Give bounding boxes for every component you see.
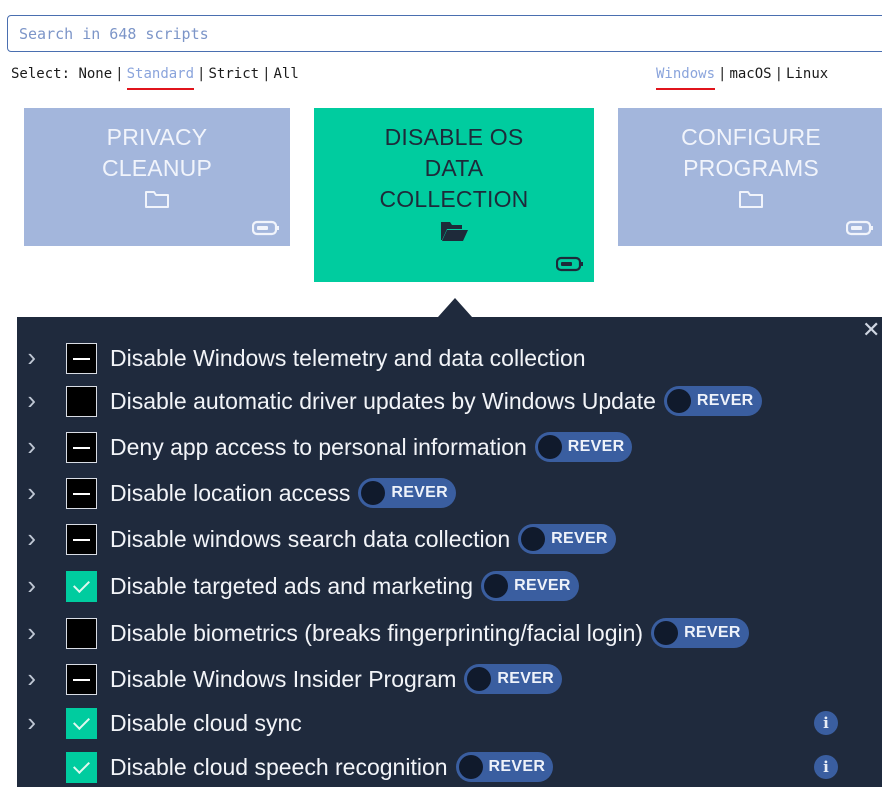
- card-title: DISABLE OS DATA COLLECTION: [379, 124, 529, 212]
- revert-toggle[interactable]: REVER: [358, 478, 456, 508]
- info-icon[interactable]: i: [814, 711, 838, 735]
- chevron-right-icon[interactable]: ›: [17, 709, 45, 735]
- revert-toggle[interactable]: REVER: [481, 571, 579, 601]
- chevron-right-icon[interactable]: ›: [17, 572, 45, 598]
- revert-label: REVER: [567, 438, 625, 455]
- script-row[interactable]: › Disable Windows telemetry and data coll…: [17, 341, 586, 375]
- script-label: Disable Windows Insider Program: [110, 665, 457, 692]
- script-row[interactable]: › Deny app access to personal information…: [17, 430, 633, 464]
- select-none[interactable]: None: [78, 66, 112, 82]
- toggle-knob: [521, 527, 546, 551]
- script-label: Disable targeted ads and marketing: [110, 572, 474, 599]
- revert-toggle[interactable]: REVER: [464, 664, 563, 694]
- card-title: CONFIGURE PROGRAMS: [681, 124, 821, 181]
- revert-toggle[interactable]: REVER: [534, 432, 633, 462]
- script-checkbox[interactable]: [66, 663, 97, 695]
- select-filter: Select: None | Standard | Strict | All: [11, 66, 299, 82]
- revert-label: REVER: [684, 624, 741, 641]
- toggle-knob: [361, 481, 386, 505]
- script-row[interactable]: › Disable windows search data collection R…: [17, 522, 616, 556]
- chevron-right-icon[interactable]: ›: [17, 525, 45, 551]
- panel-pointer: [438, 298, 472, 317]
- revert-label: REVER: [696, 392, 754, 409]
- script-checkbox[interactable]: [66, 342, 97, 374]
- script-label: Disable Windows telemetry and data colle…: [110, 344, 586, 371]
- revert-label: REVER: [551, 530, 608, 547]
- select-strict[interactable]: Strict: [208, 66, 259, 82]
- script-label: Disable biometrics (breaks fingerprintin…: [110, 619, 644, 646]
- script-row[interactable]: › Disable automatic driver updates by Win…: [17, 384, 762, 418]
- folder-open-icon: [441, 222, 468, 241]
- card-privacy-cleanup[interactable]: PRIVACY CLEANUP: [24, 108, 290, 246]
- script-checkbox[interactable]: [66, 523, 97, 555]
- chevron-right-icon[interactable]: ›: [17, 619, 45, 645]
- folder-icon: [739, 191, 763, 208]
- script-label: Disable windows search data collection: [110, 525, 511, 552]
- script-checkbox[interactable]: [66, 477, 97, 509]
- script-label: Disable automatic driver updates by Wind…: [110, 387, 656, 414]
- os-linux[interactable]: Linux: [786, 66, 828, 82]
- chevron-right-icon[interactable]: ›: [17, 387, 45, 413]
- script-checkbox[interactable]: [66, 570, 97, 602]
- battery-icon: [846, 220, 873, 236]
- close-icon[interactable]: ✕: [862, 319, 882, 341]
- script-checkbox[interactable]: [66, 617, 97, 649]
- script-label: Disable cloud speech recognition: [110, 753, 448, 780]
- toggle-knob: [537, 435, 562, 459]
- script-row[interactable]: › Disable biometrics (breaks fingerprinti…: [17, 616, 749, 650]
- battery-icon: [252, 220, 279, 236]
- os-macos[interactable]: macOS: [729, 66, 771, 82]
- script-checkbox[interactable]: [66, 751, 97, 783]
- search-input[interactable]: [7, 15, 882, 52]
- script-row[interactable]: › Disable cloud sync: [17, 706, 302, 740]
- toggle-knob: [484, 574, 509, 598]
- chevron-right-icon[interactable]: ›: [17, 344, 45, 370]
- card-title: PRIVACY CLEANUP: [101, 124, 213, 181]
- revert-label: REVER: [514, 577, 571, 594]
- os-selector: Windows | macOS | Linux: [656, 66, 829, 82]
- script-checkbox[interactable]: [66, 707, 97, 739]
- card-configure-programs[interactable]: CONFIGURE PROGRAMS: [618, 108, 882, 246]
- script-row[interactable]: › Disable location access REVER: [17, 476, 456, 510]
- script-label: Disable cloud sync: [110, 709, 302, 736]
- revert-label: REVER: [391, 484, 448, 501]
- toggle-knob: [458, 755, 483, 779]
- toggle-knob: [467, 667, 492, 691]
- revert-toggle[interactable]: REVER: [518, 524, 616, 554]
- script-row[interactable]: › Disable Windows Insider Program REVER: [17, 662, 563, 696]
- revert-toggle[interactable]: REVER: [455, 752, 554, 782]
- select-label: Select:: [11, 66, 71, 82]
- os-windows[interactable]: Windows: [656, 66, 715, 82]
- chevron-right-icon[interactable]: ›: [17, 479, 45, 505]
- select-all[interactable]: All: [274, 66, 299, 82]
- chevron-right-icon[interactable]: ›: [17, 433, 45, 459]
- battery-icon: [556, 256, 583, 272]
- script-checkbox[interactable]: [66, 385, 97, 417]
- script-row[interactable]: ›Disable cloud speech recognitionREVER: [17, 750, 554, 784]
- folder-icon: [145, 191, 169, 208]
- script-row[interactable]: › Disable targeted ads and marketing REVER: [17, 569, 579, 603]
- script-label: Deny app access to personal information: [110, 433, 527, 460]
- card-disable-os-data-collection[interactable]: DISABLE OS DATA COLLECTION: [314, 108, 594, 282]
- select-standard[interactable]: Standard: [127, 66, 194, 82]
- toggle-knob: [666, 389, 691, 413]
- revert-label: REVER: [488, 758, 546, 775]
- revert-toggle[interactable]: REVER: [663, 386, 762, 416]
- toggle-knob: [654, 621, 679, 645]
- chevron-right-icon[interactable]: ›: [17, 665, 45, 691]
- info-icon[interactable]: i: [814, 755, 838, 779]
- script-checkbox[interactable]: [66, 431, 97, 463]
- script-label: Disable location access: [110, 479, 351, 506]
- revert-label: REVER: [497, 670, 555, 687]
- scripts-panel: ✕ › Disable Windows telemetry and data co…: [17, 317, 882, 787]
- revert-toggle[interactable]: REVER: [651, 618, 749, 648]
